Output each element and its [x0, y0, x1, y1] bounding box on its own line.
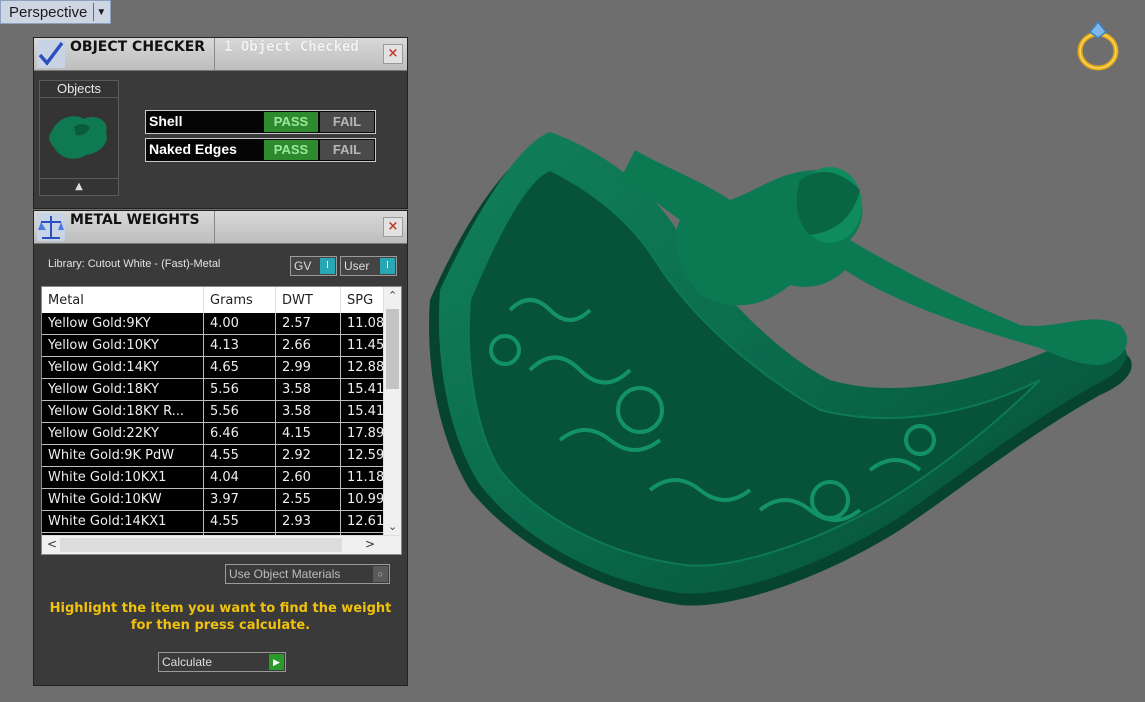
- table-row[interactable]: Yellow Gold:10KY 4.13 2.66 11.45: [42, 334, 394, 357]
- scale-icon: [37, 213, 65, 241]
- viewport-label: Perspective: [9, 3, 88, 21]
- cell-metal: Yellow Gold:22KY: [42, 422, 204, 445]
- scroll-thumb[interactable]: [386, 309, 399, 389]
- cell-dwt: 3.58: [275, 378, 341, 401]
- title-divider: [214, 38, 215, 70]
- pass-indicator: PASS: [264, 112, 318, 132]
- cell-grams: 5.56: [203, 400, 276, 423]
- table-row[interactable]: Yellow Gold:18KY R... 5.56 3.58 15.41: [42, 400, 394, 423]
- cell-grams: 6.46: [203, 422, 276, 445]
- instruction-text: Highlight the item you want to find the …: [49, 601, 392, 633]
- table-row[interactable]: Yellow Gold:9KY 4.00 2.57 11.08: [42, 313, 394, 335]
- cell-dwt: 4.15: [275, 422, 341, 445]
- cell-metal: White Gold:10KX1: [42, 466, 204, 489]
- calculate-label: Calculate: [162, 655, 213, 669]
- objects-list[interactable]: Objects ▲: [39, 80, 119, 196]
- ring-icon[interactable]: [1070, 18, 1126, 74]
- column-header-grams[interactable]: Grams: [203, 287, 276, 313]
- scroll-right-arrow-icon[interactable]: >: [365, 537, 375, 551]
- 3d-viewport[interactable]: Perspective ▼ OBJECT CHECKER 1 Object Ch…: [0, 0, 1145, 702]
- table-row[interactable]: Yellow Gold:22KY 6.46 4.15 17.89: [42, 422, 394, 445]
- cell-grams: 4.13: [203, 334, 276, 357]
- cell-grams: 3.97: [203, 488, 276, 511]
- table-row[interactable]: Yellow Gold:18KY 5.56 3.58 15.41: [42, 378, 394, 401]
- close-icon[interactable]: ×: [383, 217, 403, 237]
- calculate-button[interactable]: Calculate ▶: [158, 652, 286, 672]
- cell-metal: Yellow Gold:9KY: [42, 313, 204, 335]
- cell-metal: Yellow Gold:18KY R...: [42, 400, 204, 423]
- cell-metal: White Gold:10KW: [42, 488, 204, 511]
- metal-weights-panel: METAL WEIGHTS × Library: Cutout White - …: [33, 210, 408, 686]
- cell-dwt: 2.93: [275, 510, 341, 533]
- title-divider: [214, 211, 215, 243]
- column-header-dwt[interactable]: DWT: [275, 287, 341, 313]
- table-row[interactable]: White Gold:9K PdW 4.55 2.92 12.59: [42, 444, 394, 467]
- cell-grams: 4.55: [203, 444, 276, 467]
- cell-dwt: 3.58: [275, 400, 341, 423]
- check-name: Naked Edges: [149, 141, 237, 157]
- fail-indicator: FAIL: [320, 112, 374, 132]
- pendant-3d-model[interactable]: [400, 110, 1145, 630]
- cell-metal: Yellow Gold:14KY: [42, 356, 204, 379]
- user-toggle[interactable]: User I: [340, 256, 397, 276]
- cell-grams: 4.04: [203, 466, 276, 489]
- checked-status: 1 Object Checked: [224, 39, 359, 55]
- toggle-icon: I: [380, 258, 395, 274]
- checkmark-icon: [37, 40, 65, 68]
- use-object-materials-toggle[interactable]: Use Object Materials ○: [225, 564, 390, 584]
- object-thumbnail[interactable]: [44, 103, 114, 173]
- cell-dwt: 2.60: [275, 466, 341, 489]
- library-label: Library: Cutout White - (Fast)-Metal: [48, 258, 221, 270]
- scroll-thumb[interactable]: [60, 538, 342, 552]
- scroll-up-button[interactable]: ▲: [40, 178, 118, 195]
- objects-header: Objects: [40, 81, 118, 98]
- cell-metal: Yellow Gold:18KY: [42, 378, 204, 401]
- cell-dwt: 2.99: [275, 356, 341, 379]
- radio-icon: ○: [373, 566, 388, 582]
- gv-label: GV: [294, 259, 312, 273]
- cell-metal: Yellow Gold:10KY: [42, 334, 204, 357]
- column-header-metal[interactable]: Metal: [42, 287, 204, 313]
- metal-weights-titlebar: METAL WEIGHTS ×: [34, 211, 407, 244]
- use-object-materials-label: Use Object Materials: [229, 567, 341, 581]
- panel-title: OBJECT CHECKER: [70, 39, 206, 55]
- user-label: User: [344, 259, 370, 273]
- cell-dwt: 2.55: [275, 488, 341, 511]
- cell-grams: 5.56: [203, 378, 276, 401]
- panel-title: METAL WEIGHTS: [70, 212, 200, 228]
- cell-dwt: 2.57: [275, 313, 341, 335]
- table-row[interactable]: White Gold:10KX1 4.04 2.60 11.18: [42, 466, 394, 489]
- check-row-naked-edges: Naked Edges PASS FAIL: [145, 138, 376, 162]
- cell-dwt: 2.92: [275, 444, 341, 467]
- cell-dwt: 2.66: [275, 334, 341, 357]
- vertical-scrollbar[interactable]: ⌃ ⌄: [383, 287, 401, 535]
- table-row[interactable]: Yellow Gold:14KY 4.65 2.99 12.88: [42, 356, 394, 379]
- fail-indicator: FAIL: [320, 140, 374, 160]
- cell-grams: 4.55: [203, 510, 276, 533]
- close-icon[interactable]: ×: [383, 44, 403, 64]
- play-icon: ▶: [269, 654, 284, 670]
- scroll-left-arrow-icon[interactable]: <: [47, 537, 57, 551]
- cell-grams: 4.00: [203, 313, 276, 335]
- cell-grams: 4.65: [203, 356, 276, 379]
- table-header: Metal Grams DWT SPG: [42, 287, 394, 313]
- chevron-down-icon[interactable]: ▼: [93, 3, 108, 21]
- cell-metal: White Gold:14KX1: [42, 510, 204, 533]
- check-row-shell: Shell PASS FAIL: [145, 110, 376, 134]
- object-checker-panel: OBJECT CHECKER 1 Object Checked × Object…: [33, 37, 408, 209]
- metal-weights-table[interactable]: Metal Grams DWT SPG Yellow Gold:9KY 4.00 2…: [41, 286, 402, 555]
- horizontal-scrollbar[interactable]: < >: [42, 535, 401, 554]
- check-name: Shell: [149, 113, 183, 129]
- table-row[interactable]: White Gold:10KW 3.97 2.55 10.99: [42, 488, 394, 511]
- toggle-icon: I: [320, 258, 335, 274]
- viewport-perspective-tab[interactable]: Perspective ▼: [0, 0, 112, 24]
- cell-metal: White Gold:9K PdW: [42, 444, 204, 467]
- table-row[interactable]: White Gold:14KX1 4.55 2.93 12.61: [42, 510, 394, 533]
- gv-toggle[interactable]: GV I: [290, 256, 337, 276]
- object-checker-titlebar: OBJECT CHECKER 1 Object Checked ×: [34, 38, 407, 71]
- scroll-up-arrow-icon[interactable]: ⌃: [388, 289, 397, 302]
- pass-indicator: PASS: [264, 140, 318, 160]
- scroll-down-arrow-icon[interactable]: ⌄: [388, 520, 397, 533]
